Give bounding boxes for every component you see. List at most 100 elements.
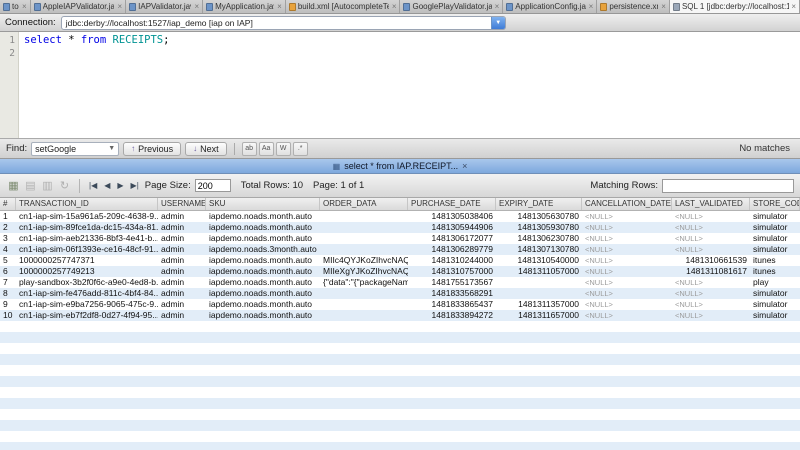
table-cell[interactable]: <NULL> <box>582 310 672 321</box>
first-page-button[interactable]: |◀ <box>87 181 99 190</box>
column-header[interactable]: PURCHASE_DATE <box>408 198 496 210</box>
table-row[interactable]: 4cn1-iap-sim-06f1393e-ce16-48cf-91...adm… <box>0 244 800 255</box>
column-header[interactable]: TRANSACTION_ID <box>16 198 158 210</box>
table-cell[interactable]: cn1-iap-sim-89fce1da-dc15-434a-81... <box>16 222 158 233</box>
table-cell[interactable] <box>320 288 408 299</box>
table-cell[interactable]: 10 <box>0 310 16 321</box>
table-cell[interactable]: <NULL> <box>672 299 750 310</box>
column-header[interactable]: EXPIRY_DATE <box>496 198 582 210</box>
table-cell[interactable]: iapdemo.noads.month.auto <box>206 211 320 222</box>
table-cell[interactable]: <NULL> <box>672 211 750 222</box>
table-cell[interactable]: admin <box>158 211 206 222</box>
table-row[interactable]: 51000000257747371adminiapdemo.noads.mont… <box>0 255 800 266</box>
editor-tab[interactable]: build.xml [AutocompleteText]× <box>286 0 401 13</box>
table-cell[interactable]: itunes <box>750 266 800 277</box>
page-size-input[interactable] <box>195 179 231 192</box>
column-header[interactable]: # <box>0 198 16 210</box>
tab-close-icon[interactable]: × <box>22 2 27 11</box>
table-cell[interactable]: play <box>750 277 800 288</box>
table-cell[interactable]: itunes <box>750 255 800 266</box>
table-cell[interactable]: cn1-iap-sim-fe476add-811c-4bf4-84... <box>16 288 158 299</box>
table-cell[interactable]: cn1-iap-sim-eb7f2df8-0d27-4f94-95... <box>16 310 158 321</box>
fetch-data-icon[interactable]: ▦ <box>6 178 21 193</box>
editor-tab[interactable]: AppleIAPValidator.java× <box>31 0 127 13</box>
table-cell[interactable] <box>496 277 582 288</box>
chevron-down-icon[interactable]: ▼ <box>491 17 505 29</box>
tab-close-icon[interactable]: × <box>392 2 397 11</box>
column-header[interactable]: CANCELLATION_DATE <box>582 198 672 210</box>
table-cell[interactable]: cn1-iap-sim-15a961a5-209c-4638-9... <box>16 211 158 222</box>
table-cell[interactable]: admin <box>158 277 206 288</box>
table-cell[interactable]: <NULL> <box>672 233 750 244</box>
table-cell[interactable]: iapdemo.noads.3month.auto <box>206 244 320 255</box>
column-header[interactable]: ORDER_DATA <box>320 198 408 210</box>
table-cell[interactable]: simulator <box>750 222 800 233</box>
code-area[interactable]: select * from RECEIPTS; <box>19 32 800 138</box>
table-cell[interactable]: simulator <box>750 211 800 222</box>
table-cell[interactable]: <NULL> <box>582 255 672 266</box>
table-cell[interactable] <box>320 233 408 244</box>
table-cell[interactable]: 1481833894272 <box>408 310 496 321</box>
tab-close-icon[interactable]: × <box>661 2 666 11</box>
table-cell[interactable] <box>320 211 408 222</box>
table-cell[interactable]: 4 <box>0 244 16 255</box>
table-cell[interactable]: 1481306230780 <box>496 233 582 244</box>
table-cell[interactable]: 1481310540000 <box>496 255 582 266</box>
table-cell[interactable]: {"data":"{"packageNam... <box>320 277 408 288</box>
last-page-button[interactable]: ▶| <box>129 181 141 190</box>
table-cell[interactable]: iapdemo.noads.month.auto <box>206 222 320 233</box>
table-row[interactable]: 9cn1-iap-sim-e9ba7256-9065-475c-9...admi… <box>0 299 800 310</box>
table-cell[interactable]: 1481310661539 <box>672 255 750 266</box>
tab-close-icon[interactable]: × <box>589 2 594 11</box>
table-cell[interactable] <box>320 244 408 255</box>
prev-page-button[interactable]: ◀ <box>102 181 112 190</box>
table-cell[interactable]: <NULL> <box>672 310 750 321</box>
table-cell[interactable]: 6 <box>0 266 16 277</box>
table-row[interactable]: 61000000257749213adminiapdemo.noads.mont… <box>0 266 800 277</box>
table-cell[interactable]: cn1-iap-sim-06f1393e-ce16-48cf-91... <box>16 244 158 255</box>
editor-tab[interactable]: persistence.xml× <box>597 0 670 13</box>
table-cell[interactable] <box>320 222 408 233</box>
table-cell[interactable]: admin <box>158 255 206 266</box>
table-cell[interactable]: 1000000257747371 <box>16 255 158 266</box>
table-cell[interactable]: <NULL> <box>672 288 750 299</box>
column-header[interactable]: USERNAME <box>158 198 206 210</box>
match-case-icon[interactable]: Aa <box>259 142 274 156</box>
tab-close-icon[interactable]: × <box>495 2 500 11</box>
table-cell[interactable]: admin <box>158 288 206 299</box>
table-cell[interactable]: 1481311057000 <box>496 266 582 277</box>
table-cell[interactable]: 1481311657000 <box>496 310 582 321</box>
table-cell[interactable]: <NULL> <box>672 277 750 288</box>
chevron-down-icon[interactable]: ▼ <box>108 145 115 152</box>
table-cell[interactable]: <NULL> <box>582 222 672 233</box>
regex-icon[interactable]: .* <box>293 142 308 156</box>
table-cell[interactable]: <NULL> <box>582 266 672 277</box>
table-cell[interactable]: iapdemo.noads.month.auto <box>206 310 320 321</box>
table-cell[interactable] <box>320 310 408 321</box>
table-cell[interactable]: 1481305930780 <box>496 222 582 233</box>
table-cell[interactable]: <NULL> <box>582 299 672 310</box>
table-cell[interactable]: 1481311081617 <box>672 266 750 277</box>
tab-close-icon[interactable]: × <box>194 2 199 11</box>
table-cell[interactable]: 1481833865437 <box>408 299 496 310</box>
refresh-records-icon[interactable]: ↻ <box>57 178 72 193</box>
editor-tab[interactable]: SQL 1 [jdbc:derby://localhost:15...× <box>670 0 800 13</box>
table-cell[interactable]: 1481310244000 <box>408 255 496 266</box>
table-cell[interactable]: 3 <box>0 233 16 244</box>
table-cell[interactable] <box>320 299 408 310</box>
table-cell[interactable]: <NULL> <box>672 244 750 255</box>
table-cell[interactable]: play-sandbox-3b2f0f6c-a9e0-4ed8-b... <box>16 277 158 288</box>
find-previous-button[interactable]: ↑ Previous <box>123 142 181 156</box>
table-cell[interactable]: 1481305944906 <box>408 222 496 233</box>
next-page-button[interactable]: ▶ <box>115 181 125 190</box>
table-row[interactable]: 2cn1-iap-sim-89fce1da-dc15-434a-81...adm… <box>0 222 800 233</box>
column-header[interactable]: SKU <box>206 198 320 210</box>
table-row[interactable]: 7play-sandbox-3b2f0f6c-a9e0-4ed8-b...adm… <box>0 277 800 288</box>
matching-rows-input[interactable] <box>662 179 794 193</box>
table-cell[interactable]: 7 <box>0 277 16 288</box>
table-cell[interactable]: <NULL> <box>582 211 672 222</box>
editor-tab[interactable]: GooglePlayValidator.java× <box>400 0 503 13</box>
delete-record-icon[interactable]: ▥ <box>40 178 55 193</box>
table-cell[interactable]: 1481305038406 <box>408 211 496 222</box>
result-window-titlebar[interactable]: ▦ select * from IAP.RECEIPT... × <box>0 159 800 174</box>
